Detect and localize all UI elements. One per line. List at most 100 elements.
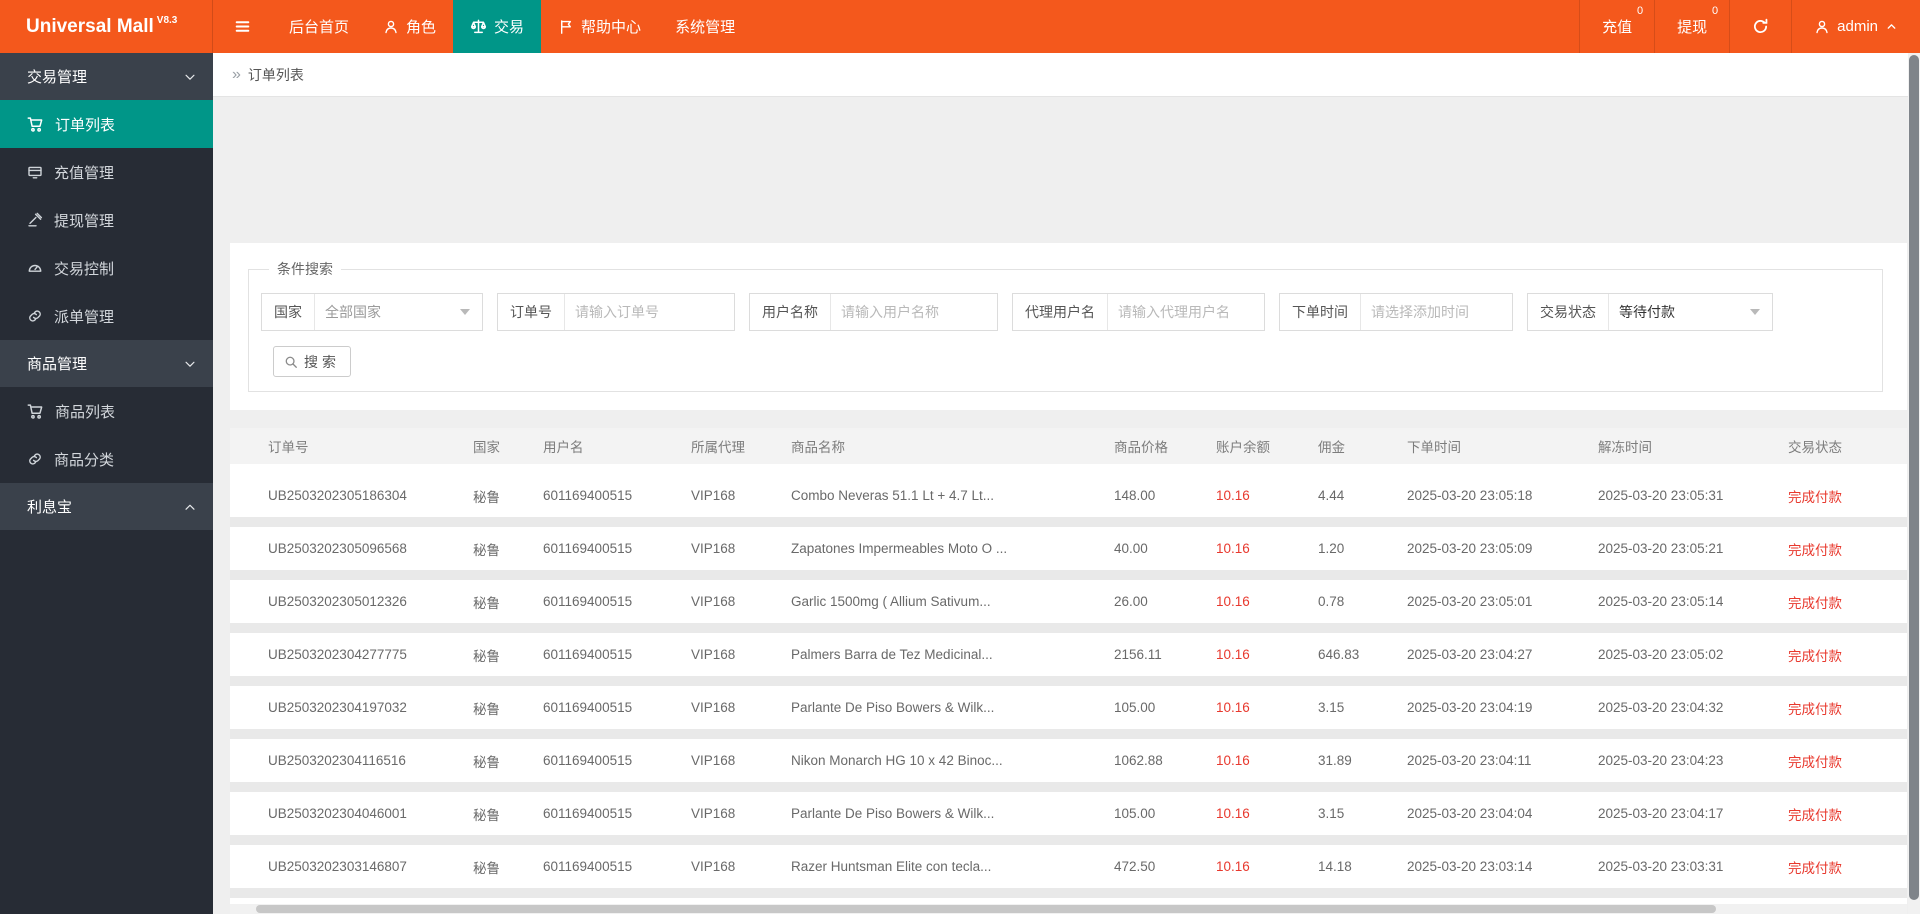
refresh-button[interactable] <box>1729 0 1791 53</box>
cell-order-time: 2025-03-20 23:05:01 <box>1407 594 1533 609</box>
table-row: UB2503202305012326 秘鲁 601169400515 VIP168 Ga… <box>230 580 1907 623</box>
cell-status: 完成付款 <box>1788 595 1842 611</box>
sidebar-section-interest-treasure[interactable]: 利息宝 <box>0 483 213 530</box>
vertical-scrollbar[interactable] <box>1908 53 1920 914</box>
cell-username: 601169400515 <box>543 647 633 662</box>
chevron-down-icon <box>183 357 197 371</box>
cell-price: 148.00 <box>1114 488 1156 503</box>
agent-username-input[interactable] <box>1108 304 1264 320</box>
sidebar-toggle-button[interactable] <box>213 0 272 53</box>
sidebar-item-trade-control[interactable]: 交易控制 <box>0 244 213 292</box>
dropdown-arrow-icon <box>460 309 470 315</box>
search-button[interactable]: 搜索 <box>273 346 351 377</box>
cell-country: 秘鲁 <box>473 701 500 717</box>
row-gap <box>230 835 1907 845</box>
horizontal-scrollbar[interactable] <box>230 904 1907 914</box>
hamburger-icon <box>234 18 251 35</box>
cell-product-name: Parlante De Piso Bowers & Wilk... <box>791 806 995 821</box>
table-row: UB2503202304116516 秘鲁 601169400515 VIP168 Ni… <box>230 739 1907 782</box>
cell-order-no: UB2503202304046001 <box>268 806 407 821</box>
cell-balance: 10.16 <box>1216 594 1250 609</box>
recharge-label: 充值 <box>1602 19 1633 36</box>
vertical-scrollbar-thumb[interactable] <box>1909 55 1919 900</box>
order-time-input[interactable] <box>1361 304 1512 320</box>
cell-status: 完成付款 <box>1788 542 1842 558</box>
search-icon <box>284 355 298 369</box>
row-gap <box>230 888 1907 898</box>
cell-product-name: Nikon Monarch HG 10 x 42 Binoc... <box>791 753 1003 768</box>
sidebar: 交易管理 订单列表 充值管理 提现管理 交易控制 派单管理 商品管理商品列表商品分类利息宝 <box>0 53 213 914</box>
table-row: UB2503202304197032 秘鲁 601169400515 VIP168 Pa… <box>230 686 1907 729</box>
cell-username: 601169400515 <box>543 541 633 556</box>
sidebar-item-withdraw-manage[interactable]: 提现管理 <box>0 196 213 244</box>
withdraw-button[interactable]: 提现 0 <box>1654 0 1729 53</box>
nav-item-help[interactable]: 帮助中心 <box>541 0 658 53</box>
cell-order-no: UB2503202304277775 <box>268 647 407 662</box>
table-row: UB2503202305096568 秘鲁 601169400515 VIP168 Za… <box>230 527 1907 570</box>
sidebar-item-label: 商品列表 <box>55 403 116 421</box>
cell-country: 秘鲁 <box>473 807 500 823</box>
nav-item-home[interactable]: 后台首页 <box>272 0 366 53</box>
chevron-up-icon <box>1885 20 1898 33</box>
field-label: 下单时间 <box>1292 304 1348 320</box>
column-header: 国家 <box>473 440 500 455</box>
cell-product-name: Parlante De Piso Bowers & Wilk... <box>791 700 995 715</box>
cell-username: 601169400515 <box>543 753 633 768</box>
flag-icon <box>558 19 574 35</box>
order-no-input[interactable] <box>565 304 734 320</box>
search-field-agent-username: 代理用户名 <box>1012 293 1265 331</box>
cell-product-name: Palmers Barra de Tez Medicinal... <box>791 647 993 662</box>
cell-unfreeze-time: 2025-03-20 23:05:02 <box>1598 647 1724 662</box>
sidebar-section-goods-manage[interactable]: 商品管理 <box>0 340 213 387</box>
cell-order-no: UB2503202303146807 <box>268 859 407 874</box>
cell-balance: 10.16 <box>1216 700 1250 715</box>
table-header-row: 订单号 国家 用户名 所属代理 商品名称 商品价格 账户余额 佣金 下单时间 解冻时间 交易状态 <box>230 428 1907 464</box>
cell-order-no: UB2503202304116516 <box>268 753 406 768</box>
sidebar-item-label: 商品分类 <box>54 451 115 469</box>
nav-item-label: 后台首页 <box>289 19 350 36</box>
nav-item-roles[interactable]: 角色 <box>366 0 453 53</box>
username-input[interactable] <box>831 304 997 320</box>
cell-status: 完成付款 <box>1788 648 1842 664</box>
country-select-value[interactable]: 全部国家 <box>315 302 460 322</box>
cell-country: 秘鲁 <box>473 754 500 770</box>
chevron-down-icon <box>183 70 197 84</box>
search-button-label: 搜索 <box>304 353 340 370</box>
recharge-button[interactable]: 充值 0 <box>1579 0 1654 53</box>
cell-order-time: 2025-03-20 23:05:09 <box>1407 541 1533 556</box>
sidebar-item-goods-list[interactable]: 商品列表 <box>0 387 213 435</box>
sidebar-section-title: 利息宝 <box>27 499 73 516</box>
sidebar-item-recharge-manage[interactable]: 充值管理 <box>0 148 213 196</box>
cell-order-no: UB2503202305186304 <box>268 488 407 503</box>
sidebar-item-order-list[interactable]: 订单列表 <box>0 100 213 148</box>
nav-item-system[interactable]: 系统管理 <box>658 0 752 53</box>
table-header-spacer <box>230 464 1907 474</box>
trade-status-select-value[interactable]: 等待付款 <box>1609 302 1750 322</box>
cell-commission: 31.89 <box>1318 753 1352 768</box>
sidebar-item-goods-category[interactable]: 商品分类 <box>0 435 213 483</box>
cell-order-time: 2025-03-20 23:04:27 <box>1407 647 1533 662</box>
nav-item-trade[interactable]: 交易 <box>453 0 542 53</box>
link-icon <box>27 451 43 467</box>
field-label: 交易状态 <box>1540 304 1596 320</box>
column-header: 佣金 <box>1318 440 1345 455</box>
cell-agent: VIP168 <box>691 488 736 503</box>
nav-item-label: 交易 <box>494 19 525 36</box>
sidebar-item-dispatch-manage[interactable]: 派单管理 <box>0 292 213 340</box>
dropdown-arrow-icon <box>1750 309 1760 315</box>
cell-order-no: UB2503202304197032 <box>268 700 407 715</box>
column-header: 下单时间 <box>1407 440 1461 455</box>
field-label: 国家 <box>274 304 302 320</box>
cell-order-time: 2025-03-20 23:04:19 <box>1407 700 1533 715</box>
row-gap <box>230 570 1907 580</box>
user-menu[interactable]: admin <box>1791 0 1920 53</box>
app-logo: Universal Mall V8.3 <box>0 0 213 53</box>
card-icon <box>27 164 43 180</box>
cell-balance: 10.16 <box>1216 859 1250 874</box>
sidebar-section-trade-manage[interactable]: 交易管理 <box>0 53 213 100</box>
cell-price: 105.00 <box>1114 806 1156 821</box>
cell-balance: 10.16 <box>1216 541 1250 556</box>
cell-status: 完成付款 <box>1788 807 1842 823</box>
horizontal-scrollbar-thumb[interactable] <box>256 905 1716 913</box>
search-field-trade-status: 交易状态 等待付款 <box>1527 293 1773 331</box>
